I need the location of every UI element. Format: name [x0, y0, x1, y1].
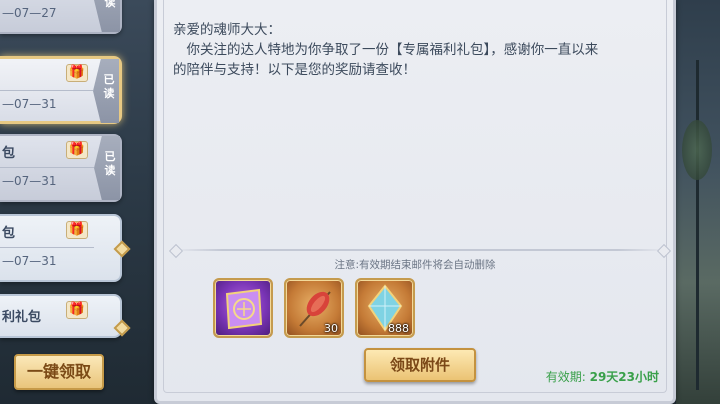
background-scene — [676, 0, 720, 404]
unread-diamond-icon — [113, 240, 131, 258]
attachment-item-meat-skewer[interactable]: 30 — [284, 278, 344, 338]
claim-attachments-button[interactable]: 领取附件 — [364, 348, 476, 382]
mail-greeting: 亲爱的魂师大大： — [173, 22, 281, 38]
mail-body-line: 你关注的达人特地为你争取了一份【专属福利礼包】，感谢你一直以来 — [186, 42, 599, 58]
mail-item-date: —07—27 — [2, 6, 57, 20]
attachment-item-purple-scroll[interactable] — [213, 278, 273, 338]
mail-item-selected[interactable]: 🎁 —07—31 已读 — [0, 56, 122, 124]
mail-item-date: —07—31 — [2, 254, 57, 268]
unread-diamond-icon — [113, 319, 131, 337]
mail-item[interactable]: —07—27 已读 — [0, 0, 122, 34]
mail-item-divider — [0, 90, 93, 91]
read-status-tab: 已读 — [93, 59, 119, 123]
gift-icon: 🎁 — [66, 64, 88, 82]
mail-item-title: 包 — [2, 146, 16, 161]
mail-item-date: —07—31 — [2, 97, 57, 111]
gift-icon: 🎁 — [66, 221, 88, 239]
attachment-list: 30 888 — [213, 278, 415, 338]
attachment-count: 30 — [324, 322, 338, 335]
mail-detail-panel: 亲爱的魂师大大： 你关注的达人特地为你争取了一份【专属福利礼包】，感谢你一直以来… — [154, 0, 676, 404]
mail-item-divider — [0, 247, 94, 248]
mail-item-divider — [0, 167, 94, 168]
mail-item-title: 包 — [2, 226, 16, 241]
attachment-item-crystal-shard[interactable]: 888 — [355, 278, 415, 338]
scene-pole — [696, 60, 699, 390]
mail-item-unread[interactable]: 利礼包 🎁 — [0, 294, 131, 338]
mail-item[interactable]: 包 🎁 —07—31 已读 — [0, 134, 122, 202]
scene-foliage — [682, 120, 712, 180]
mail-list: —07—27 已读 🎁 —07—31 已读 包 🎁 —07—31 已读 包 🎁 … — [0, 0, 150, 404]
content-divider — [173, 249, 667, 251]
mail-item-title: 利礼包 — [2, 310, 42, 325]
validity-period: 有效期: 29天23小时 — [546, 368, 659, 385]
read-status-tab: 已读 — [94, 136, 120, 200]
mail-item-unread[interactable]: 包 🎁 —07—31 — [0, 214, 131, 282]
read-status-tab: 已读 — [94, 0, 120, 32]
expiry-notice: 注意:有效期结束邮件将会自动删除 — [334, 259, 496, 271]
gift-icon: 🎁 — [66, 141, 88, 159]
mail-body-line: 的陪伴与支持！以下是您的奖励请查收！ — [173, 62, 416, 78]
one-click-claim-button[interactable]: 一键领取 — [14, 354, 104, 390]
purple-scroll-icon — [225, 288, 263, 330]
gift-icon: 🎁 — [66, 301, 88, 319]
validity-value: 29天23小时 — [589, 370, 659, 384]
attachment-count: 888 — [388, 322, 409, 335]
mail-content: 亲爱的魂师大大： 你关注的达人特地为你争取了一份【专属福利礼包】，感谢你一直以来… — [173, 20, 665, 80]
validity-label: 有效期: — [545, 370, 586, 384]
mail-item-date: —07—31 — [2, 174, 57, 188]
